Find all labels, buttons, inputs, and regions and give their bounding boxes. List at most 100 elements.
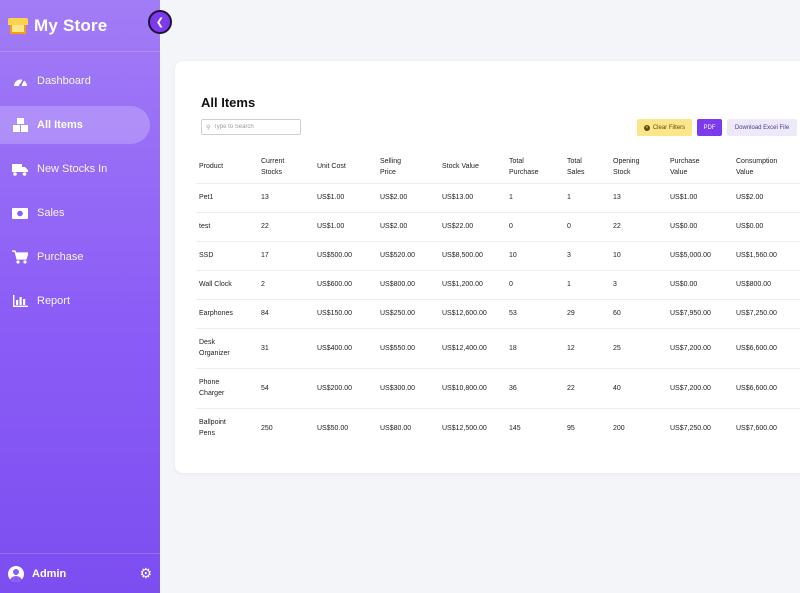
table-cell: 95	[564, 407, 610, 448]
column-header-label: Purchase	[509, 168, 539, 176]
column-header[interactable]: Consumption Value	[733, 151, 800, 183]
table-row[interactable]: Ballpoint Pens 250 US$50.00 US$80.00 US$12,50…	[196, 407, 800, 448]
table-cell: 31	[258, 327, 314, 368]
table-row[interactable]: test 22 US$1.00 US$2.00 US$22.00 0 0 22 US$0.00 U…	[196, 211, 800, 241]
column-header[interactable]: Total Purchase	[506, 151, 564, 183]
avatar[interactable]	[8, 565, 24, 582]
column-header[interactable]: Selling Price	[377, 151, 439, 183]
table-cell: 84	[258, 298, 314, 328]
table-cell: 13	[258, 182, 314, 212]
table-cell: US$1,200.00	[439, 269, 506, 299]
download-excel-button[interactable]: Download Excel File	[727, 119, 797, 136]
column-header-label: Total	[567, 157, 582, 165]
table-cell: Pet1	[196, 182, 258, 212]
table-row[interactable]: Phone Charger 54 US$200.00 US$300.00 US$10,80…	[196, 367, 800, 408]
table-cell: 22	[564, 367, 610, 408]
table-cell: 12	[564, 327, 610, 368]
column-header-label: Total	[509, 157, 524, 165]
column-header-label: Value	[670, 168, 688, 176]
search-input[interactable]	[213, 124, 292, 130]
column-header[interactable]: Product	[196, 151, 258, 183]
product-name: test	[199, 223, 211, 230]
table-cell: US$800.00	[733, 269, 800, 299]
table-row[interactable]: Desk Organizer 31 US$400.00 US$550.00 US$12,4…	[196, 327, 800, 368]
column-header[interactable]: Stock Value	[439, 151, 506, 183]
dashboard-gauge-icon	[12, 73, 28, 89]
table-row[interactable]: Earphones 84 US$150.00 US$250.00 US$12,600.0…	[196, 298, 800, 328]
close-icon: ×	[643, 124, 650, 131]
user-name: Admin	[32, 567, 67, 580]
clear-filters-label: Clear Filters	[652, 124, 686, 131]
table-cell: US$6,600.00	[733, 367, 800, 408]
sidebar-collapse-button[interactable]: ❮	[148, 10, 172, 34]
table-cell: US$80.00	[377, 407, 439, 448]
table-cell: 2	[258, 269, 314, 299]
table-cell: Phone Charger	[196, 367, 258, 408]
items-card: All Items ⚲ ×Clear Filters PDF Download …	[175, 61, 800, 473]
table-row[interactable]: Wall Clock 2 US$600.00 US$800.00 US$1,200.00…	[196, 269, 800, 299]
sidebar-item-label: Dashboard	[37, 75, 91, 87]
brand[interactable]: My Store	[0, 0, 160, 52]
table-cell: US$2.00	[377, 182, 439, 212]
table-cell: US$0.00	[733, 211, 800, 241]
product-name: Desk	[199, 339, 215, 346]
table-cell: 22	[610, 211, 667, 241]
table-cell: US$12,600.00	[439, 298, 506, 328]
table-cell: US$12,400.00	[439, 327, 506, 368]
product-name: Wall Clock	[199, 281, 232, 288]
clear-filters-button[interactable]: × Clear Filters	[637, 119, 692, 136]
brand-title: My Store	[34, 15, 108, 35]
table-cell: 3	[610, 269, 667, 299]
table-cell: US$6,600.00	[733, 327, 800, 368]
sidebar-item-purchase[interactable]: Purchase	[0, 238, 150, 276]
table-body: Pet1 13 US$1.00 US$2.00 US$13.00 1 1 13 US$1.00 U…	[196, 182, 800, 448]
sidebar-item-report[interactable]: Report	[0, 282, 150, 320]
product-name: Earphones	[199, 310, 233, 317]
column-header[interactable]: Total Sales	[564, 151, 610, 183]
column-header-label: Value	[736, 168, 754, 176]
sidebar-item-sales[interactable]: Sales	[0, 194, 150, 232]
pdf-button[interactable]: PDF	[697, 119, 722, 136]
table-cell: 1	[506, 182, 564, 212]
table-cell: Desk Organizer	[196, 327, 258, 368]
search-icon: ⚲	[206, 124, 211, 131]
pdf-label: PDF	[703, 124, 716, 131]
table-cell: US$5,000.00	[667, 240, 733, 270]
table-cell: US$50.00	[314, 407, 377, 448]
product-name: SSD	[199, 252, 214, 259]
sidebar-item-label: New Stocks In	[37, 163, 108, 175]
table-cell: US$250.00	[377, 298, 439, 328]
table-cell: US$7,600.00	[733, 407, 800, 448]
table-cell: 3	[564, 240, 610, 270]
table-cell: 40	[610, 367, 667, 408]
gear-icon[interactable]: ⚙	[139, 565, 152, 582]
store-icon	[8, 17, 28, 34]
column-header[interactable]: Opening Stock	[610, 151, 667, 183]
column-header[interactable]: Unit Cost	[314, 151, 377, 183]
search-box: ⚲	[201, 119, 301, 135]
table-cell: 36	[506, 367, 564, 408]
table-cell: 10	[506, 240, 564, 270]
table-cell: 18	[506, 327, 564, 368]
table-cell: Ballpoint Pens	[196, 407, 258, 448]
table-cell: 0	[506, 269, 564, 299]
table-cell: 1	[564, 269, 610, 299]
boxes-icon	[12, 117, 28, 133]
table-row[interactable]: SSD 17 US$500.00 US$520.00 US$8,500.00 10 3 10 U…	[196, 240, 800, 270]
sidebar-item-all-items[interactable]: All Items	[0, 106, 150, 144]
truck-icon	[12, 161, 28, 177]
table-cell: US$13.00	[439, 182, 506, 212]
column-header[interactable]: Purchase Value	[667, 151, 733, 183]
table-row[interactable]: Pet1 13 US$1.00 US$2.00 US$13.00 1 1 13 US$1.00 U…	[196, 182, 800, 212]
table-cell: 250	[258, 407, 314, 448]
table-cell: US$10,800.00	[439, 367, 506, 408]
table-cell: US$7,250.00	[667, 407, 733, 448]
table-cell: 29	[564, 298, 610, 328]
sidebar-nav: Dashboard All Items New Stocks In Sales …	[0, 62, 160, 320]
sidebar-footer: Admin ⚙	[0, 553, 160, 593]
sidebar-item-dashboard[interactable]: Dashboard	[0, 62, 150, 100]
table-cell: US$200.00	[314, 367, 377, 408]
sidebar-item-new-stocks-in[interactable]: New Stocks In	[0, 150, 150, 188]
table-cell: US$7,200.00	[667, 367, 733, 408]
column-header[interactable]: Current Stocks	[258, 151, 314, 183]
